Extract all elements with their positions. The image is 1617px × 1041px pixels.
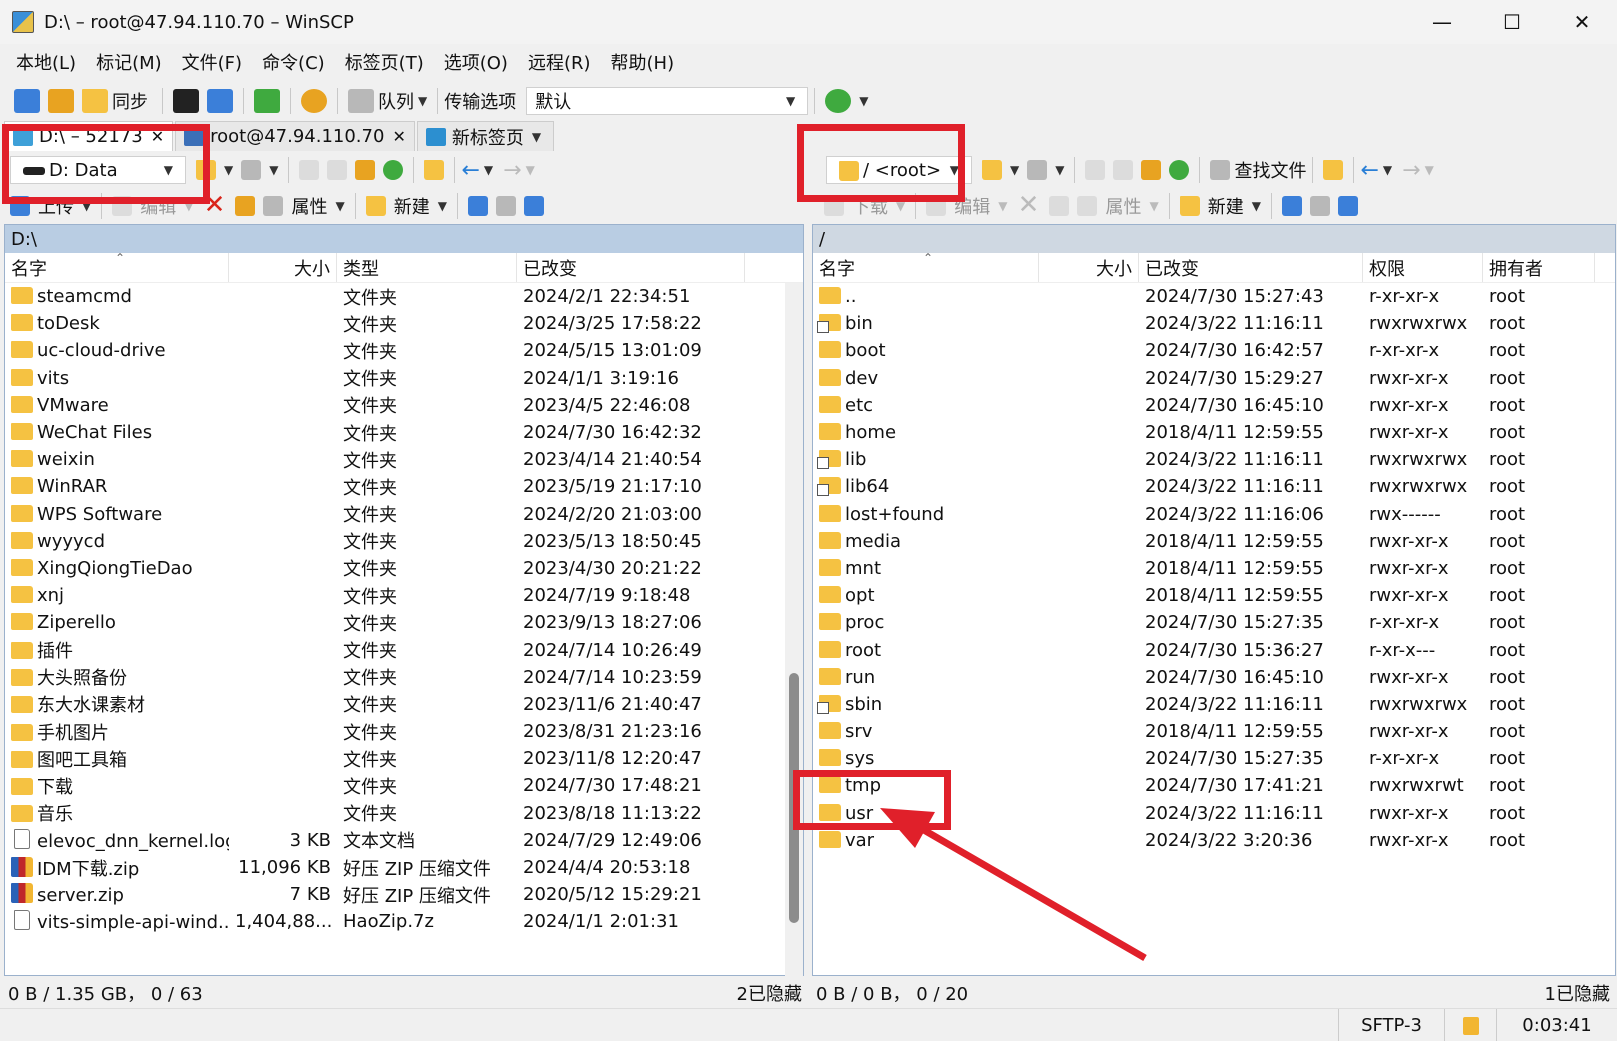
- arrow-shaft: [908, 818, 1147, 962]
- annotation-arrow: [880, 808, 1147, 962]
